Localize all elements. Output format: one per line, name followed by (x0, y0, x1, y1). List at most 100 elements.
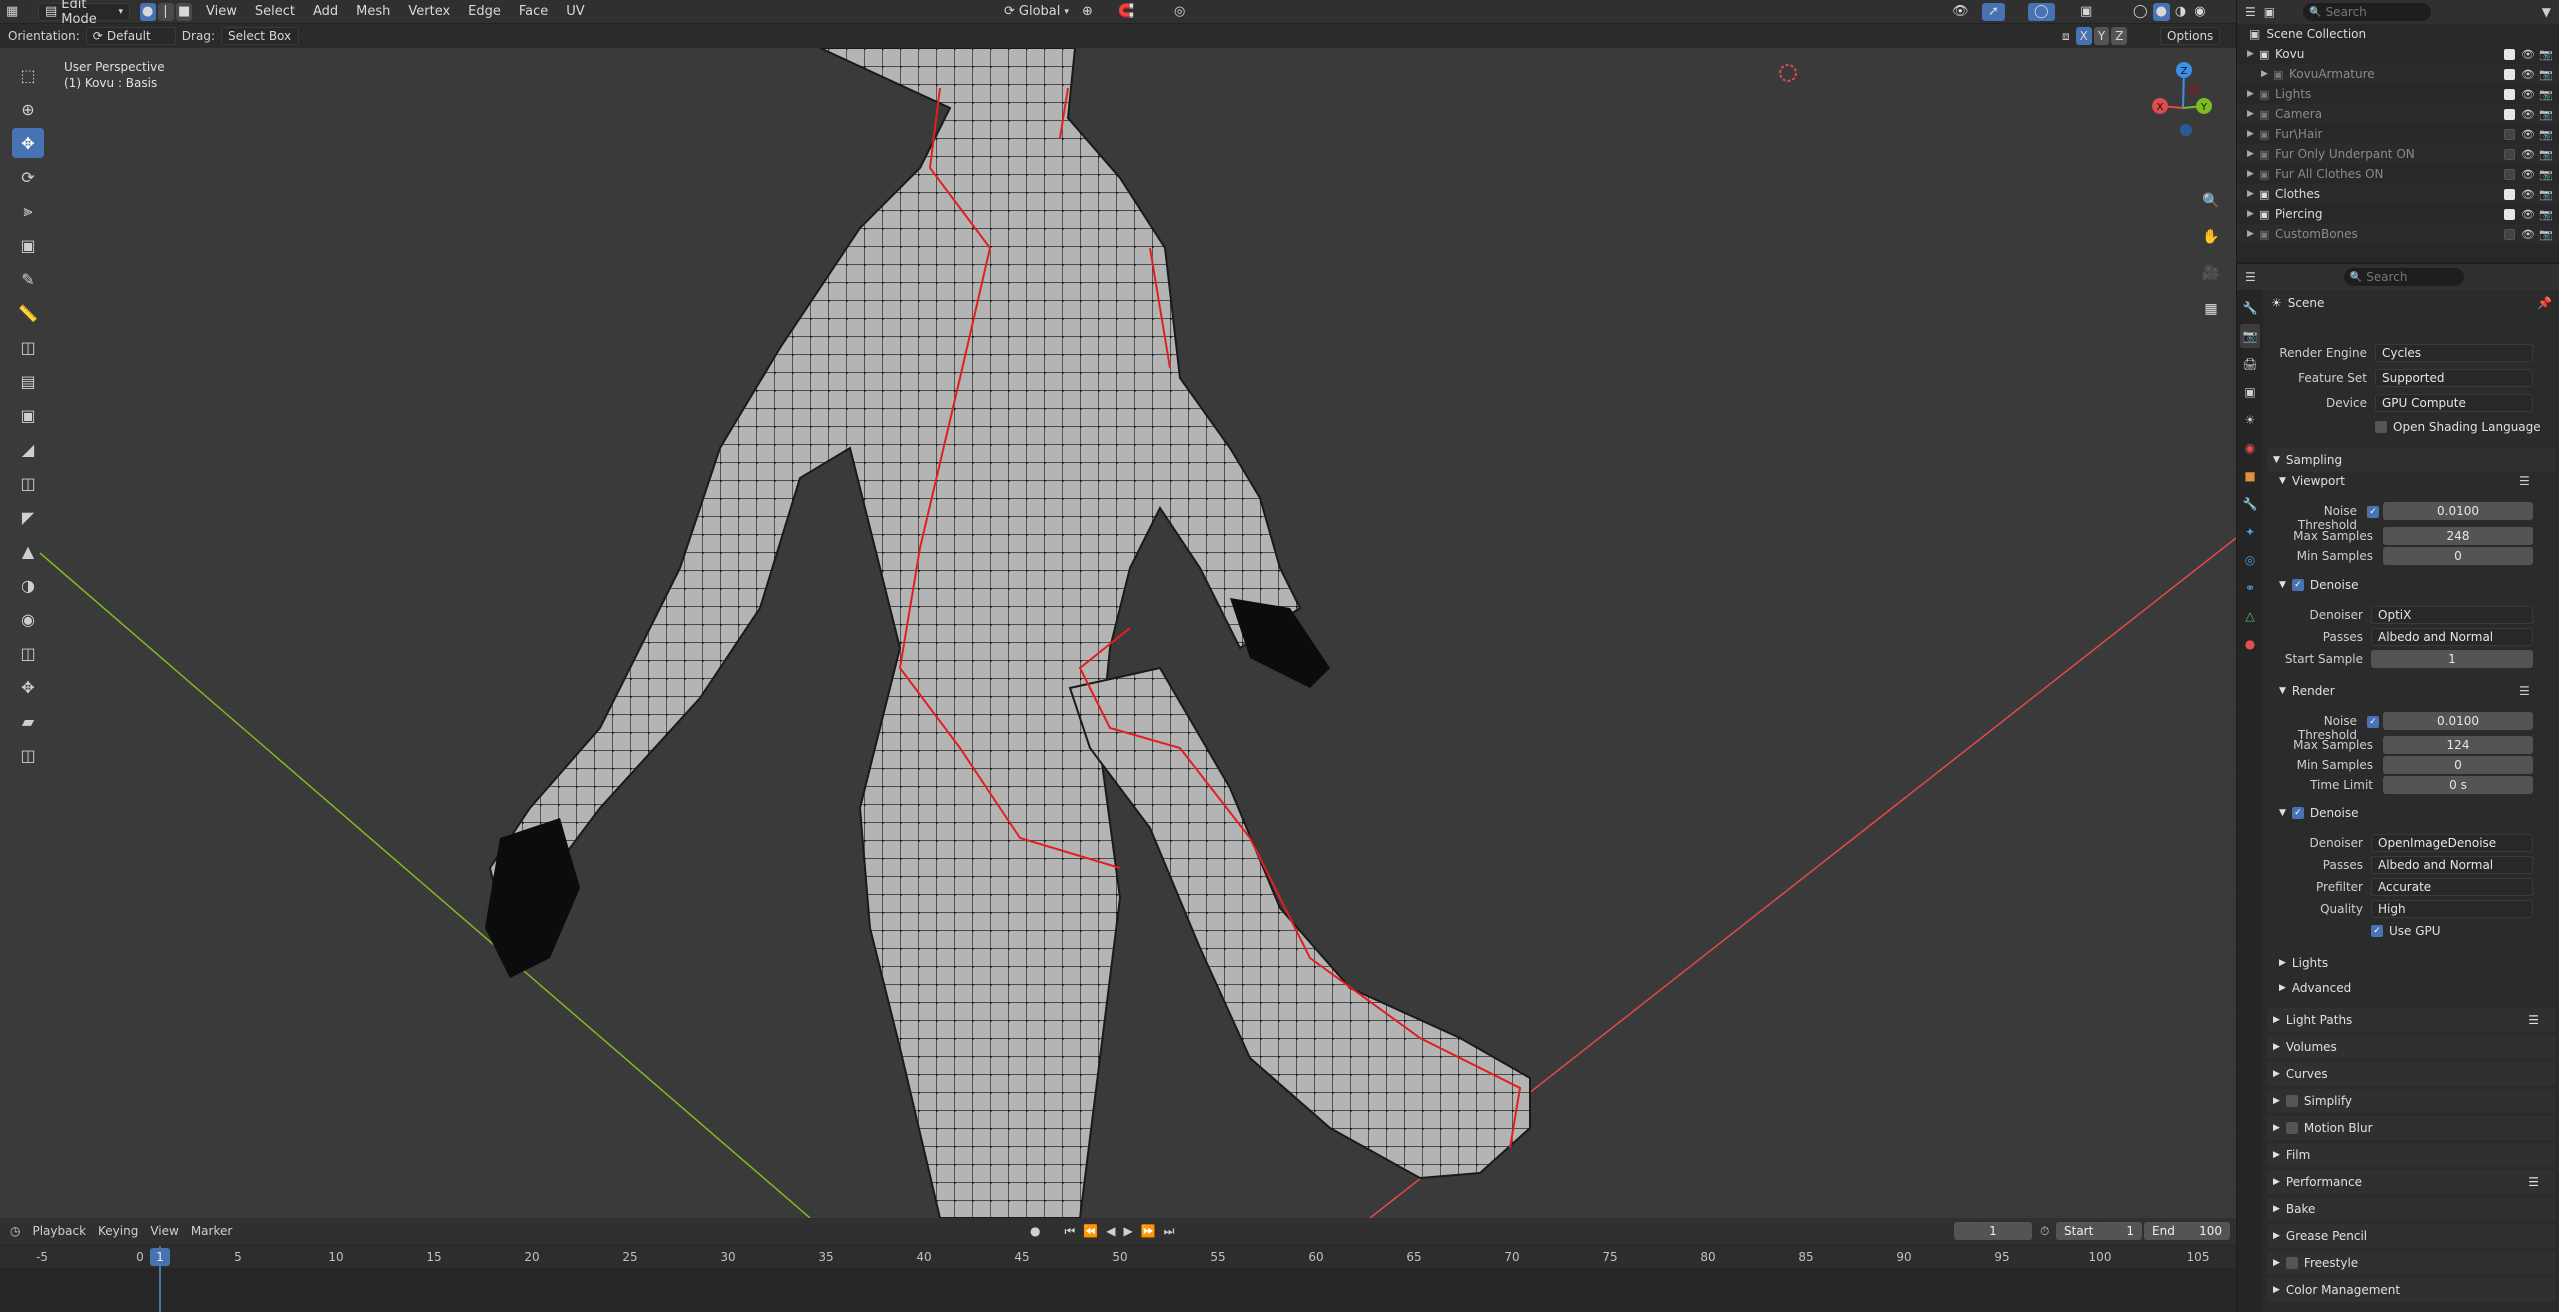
exclude-checkbox[interactable] (2504, 108, 2515, 120)
panel-light-paths[interactable]: ▶ Light Paths ☰ (2267, 1008, 2555, 1032)
cursor-tool-icon[interactable]: ⊕ (12, 94, 44, 124)
zoom-icon[interactable]: 🔍 (2198, 188, 2224, 214)
move-tool-icon[interactable]: ✥ (12, 128, 44, 158)
properties-search[interactable]: 🔍 Search (2343, 268, 2464, 286)
render-camera-icon[interactable]: 📷 (2539, 108, 2553, 121)
drag-dropdown[interactable]: Select Box (220, 27, 299, 45)
menu-face[interactable]: Face (515, 4, 552, 19)
view-layer-tab-icon[interactable]: ▣ (2240, 380, 2260, 404)
wireframe-shading-icon[interactable]: ◯ (2130, 3, 2151, 21)
menu-add[interactable]: Add (309, 4, 342, 19)
outliner-row[interactable]: ▶ ▣ Piercing 👁 📷 (2237, 204, 2559, 224)
panel-grease-pencil[interactable]: ▶ Grease Pencil (2267, 1224, 2555, 1248)
outliner-row[interactable]: ▶ ▣ Fur\Hair 👁 📷 (2237, 124, 2559, 144)
xray-icon[interactable]: ▣ (2074, 3, 2098, 21)
prefilter-dropdown[interactable]: Accurate (2371, 878, 2533, 896)
menu-edge[interactable]: Edge (464, 4, 505, 19)
r-noise-threshold-checkbox[interactable]: ✓ (2367, 716, 2379, 728)
poly-build-icon[interactable]: ▲ (12, 536, 44, 566)
eye-icon[interactable]: 👁 (2521, 208, 2535, 221)
checkbox[interactable]: ✓ (2291, 807, 2304, 819)
checkbox[interactable]: ✓ (2291, 579, 2304, 591)
next-key-icon[interactable]: ⏩ (1141, 1224, 1156, 1239)
options-dropdown[interactable]: Options (2160, 27, 2221, 45)
ortho-grid-icon[interactable]: ▦ (2198, 296, 2224, 322)
navigation-gizmo[interactable]: Z X Y (2152, 62, 2212, 136)
pivot-icon[interactable]: ⊕ (1076, 3, 1099, 21)
snap-icon[interactable]: 🧲 (1112, 3, 1140, 21)
shrink-fatten-icon[interactable]: ✥ (12, 672, 44, 702)
physics-tab-icon[interactable]: ◎ (2240, 548, 2260, 572)
exclude-checkbox[interactable] (2504, 188, 2515, 200)
checkbox[interactable] (2285, 1122, 2298, 1134)
shear-icon[interactable]: ▰ (12, 706, 44, 736)
panel-freestyle[interactable]: ▶ Freestyle (2267, 1251, 2555, 1275)
visibility-icon[interactable]: 👁 (1946, 3, 1975, 21)
outliner-row[interactable]: ▶ ▣ Kovu 👁 📷 (2237, 44, 2559, 64)
select-box-icon[interactable]: ⬚ (12, 60, 44, 90)
eye-icon[interactable]: 👁 (2521, 68, 2535, 81)
jump-end-icon[interactable]: ⏭ (1164, 1224, 1175, 1239)
end-frame-field[interactable]: End 100 (2144, 1222, 2230, 1240)
tool-tab-icon[interactable]: 🔧 (2240, 296, 2260, 320)
knife-icon[interactable]: ◤ (12, 502, 44, 532)
checkbox[interactable] (2285, 1095, 2298, 1107)
panel-motion-blur[interactable]: ▶ Motion Blur (2267, 1116, 2555, 1140)
panel-performance[interactable]: ▶ Performance ☰ (2267, 1170, 2555, 1194)
menu-tl-view[interactable]: View (150, 1224, 178, 1238)
scene-tab-icon[interactable]: ☀ (2240, 408, 2260, 432)
transform-orientation-dropdown[interactable]: ⟳ Global ▾ (998, 3, 1075, 21)
eye-icon[interactable]: 👁 (2521, 88, 2535, 101)
particles-tab-icon[interactable]: ✦ (2240, 520, 2260, 544)
eye-icon[interactable]: 👁 (2521, 168, 2535, 181)
panel-volumes[interactable]: ▶ Volumes (2267, 1035, 2555, 1059)
expand-chevron-icon[interactable]: ▶ (2247, 189, 2254, 199)
material-shading-icon[interactable]: ◑ (2172, 3, 2189, 21)
outliner-row[interactable]: ▶ ▣ Clothes 👁 📷 (2237, 184, 2559, 204)
viewport-scene[interactable]: Z X Y (0, 48, 2236, 1218)
eye-icon[interactable]: 👁 (2521, 128, 2535, 141)
constraints-tab-icon[interactable]: ⚭ (2240, 576, 2260, 600)
smooth-icon[interactable]: ◉ (12, 604, 44, 634)
scale-tool-icon[interactable]: ⫸ (12, 196, 44, 226)
r-noise-threshold-field[interactable]: 0.0100 (2383, 712, 2533, 730)
orientation-dropdown[interactable]: ⟳ Default (85, 27, 176, 45)
expand-chevron-icon[interactable]: ▶ (2247, 209, 2254, 219)
r-min-samples-field[interactable]: 0 (2383, 756, 2533, 774)
r-denoiser-dropdown[interactable]: OpenImageDenoise (2371, 834, 2533, 852)
exclude-checkbox[interactable] (2504, 208, 2515, 220)
time-limit-field[interactable]: 0 s (2383, 776, 2533, 794)
panel-color-management[interactable]: ▶ Color Management (2267, 1278, 2555, 1302)
render-camera-icon[interactable]: 📷 (2539, 128, 2553, 141)
gizmo-icon[interactable]: ➚ (1982, 2, 2005, 21)
use-gpu-checkbox[interactable]: ✓ Use GPU (2371, 924, 2441, 938)
checkbox[interactable]: ✓ (2371, 925, 2383, 937)
panel-bake[interactable]: ▶ Bake (2267, 1197, 2555, 1221)
face-select-icon[interactable]: ■ (176, 2, 192, 21)
vp-min-samples-field[interactable]: 0 (2383, 547, 2533, 565)
eye-icon[interactable]: 👁 (2521, 188, 2535, 201)
extrude-icon[interactable]: ▤ (12, 366, 44, 396)
display-mode-icon[interactable]: ▣ (2264, 5, 2275, 19)
lights-subpanel[interactable]: ▶ Lights (2279, 956, 2328, 970)
menu-marker[interactable]: Marker (191, 1224, 232, 1238)
edge-select-icon[interactable]: ❘ (158, 2, 174, 21)
render-engine-dropdown[interactable]: Cycles (2375, 344, 2533, 362)
menu-select[interactable]: Select (251, 4, 299, 19)
render-camera-icon[interactable]: 📷 (2539, 88, 2553, 101)
annotate-tool-icon[interactable]: ✎ (12, 264, 44, 294)
render-tab-icon[interactable]: 📷 (2240, 324, 2260, 348)
start-frame-field[interactable]: Start 1 (2056, 1222, 2142, 1240)
vp-start-sample-field[interactable]: 1 (2371, 650, 2533, 668)
list-icon[interactable]: ☰ (2519, 474, 2530, 488)
vp-max-samples-field[interactable]: 248 (2383, 527, 2533, 545)
outliner-row[interactable]: ▶ ▣ CustomBones 👁 📷 (2237, 224, 2559, 244)
checkbox[interactable] (2285, 1257, 2298, 1269)
render-subpanel[interactable]: ▼ Render (2279, 684, 2335, 698)
edge-slide-icon[interactable]: ◫ (12, 638, 44, 668)
panel-curves[interactable]: ▶ Curves (2267, 1062, 2555, 1086)
expand-chevron-icon[interactable]: ▶ (2261, 69, 2268, 79)
list-icon[interactable]: ☰ (2528, 1175, 2539, 1189)
outliner-row[interactable]: ▶ ▣ Camera 👁 📷 (2237, 104, 2559, 124)
device-dropdown[interactable]: GPU Compute (2375, 394, 2533, 412)
